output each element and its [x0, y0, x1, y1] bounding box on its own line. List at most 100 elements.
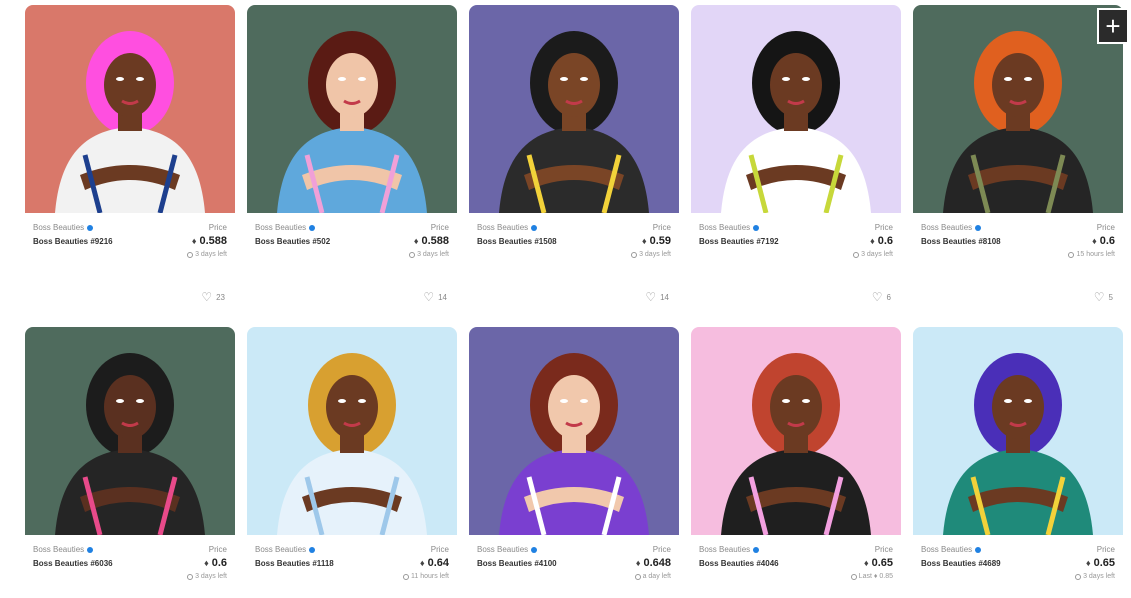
verified-badge-icon — [87, 224, 94, 231]
price-value: ♦ 0.588 — [414, 235, 449, 247]
nft-name[interactable]: Boss Beauties #4100 — [477, 559, 557, 568]
nft-card[interactable]: Boss Beauties Boss Beauties #4046 Price … — [691, 327, 901, 595]
price-amount: 0.65 — [871, 557, 893, 569]
nft-artwork[interactable] — [247, 327, 457, 535]
time-left: 3 days left — [853, 251, 893, 258]
eth-icon: ♦ — [191, 236, 197, 246]
nft-artwork[interactable] — [25, 327, 235, 535]
price-amount: 0.588 — [199, 235, 227, 247]
price-value: ♦ 0.588 — [192, 235, 227, 247]
collection-name[interactable]: Boss Beauties — [699, 545, 760, 554]
collection-name[interactable]: Boss Beauties — [921, 545, 982, 554]
price-value: ♦ 0.65 — [864, 557, 893, 569]
collection-name[interactable]: Boss Beauties — [477, 223, 538, 232]
eth-icon: ♦ — [635, 558, 641, 568]
nft-artwork[interactable] — [25, 5, 235, 213]
nft-card[interactable]: Boss Beauties Boss Beauties #1508 Price … — [469, 5, 679, 315]
favorite-button[interactable]: ♡ 6 — [872, 291, 891, 303]
card-meta: Boss Beauties Boss Beauties #502 Price ♦… — [247, 213, 457, 303]
time-left: 3 days left — [187, 573, 227, 580]
collection-label[interactable]: Boss Beauties — [699, 545, 750, 554]
favorite-button[interactable]: ♡ 23 — [201, 291, 225, 303]
price-amount: 0.64 — [427, 557, 449, 569]
portrait-illustration — [247, 5, 457, 213]
verified-badge-icon — [753, 546, 760, 553]
time-left: a day left — [634, 573, 671, 580]
nft-artwork[interactable] — [247, 5, 457, 213]
favorite-button[interactable]: ♡ 5 — [1094, 291, 1113, 303]
time-left-label: 3 days left — [1083, 573, 1115, 580]
price-label: Price — [430, 545, 449, 554]
collection-name[interactable]: Boss Beauties — [921, 223, 982, 232]
heart-icon[interactable]: ♡ — [1094, 291, 1105, 303]
time-left: 3 days left — [187, 251, 227, 258]
nft-artwork[interactable] — [469, 5, 679, 213]
nft-name[interactable]: Boss Beauties #6036 — [33, 559, 113, 568]
collection-name[interactable]: Boss Beauties — [33, 223, 94, 232]
nft-card[interactable]: Boss Beauties Boss Beauties #7192 Price … — [691, 5, 901, 315]
nft-name[interactable]: Boss Beauties #1508 — [477, 237, 557, 246]
collection-label[interactable]: Boss Beauties — [33, 223, 84, 232]
collection-name[interactable]: Boss Beauties — [255, 545, 316, 554]
favorite-button[interactable]: ♡ 14 — [645, 291, 669, 303]
collection-name[interactable]: Boss Beauties — [33, 545, 94, 554]
price-label: Price — [1096, 223, 1115, 232]
price-value: ♦ 0.6 — [870, 235, 893, 247]
nft-artwork[interactable] — [913, 5, 1123, 213]
nft-artwork[interactable] — [469, 327, 679, 535]
clock-icon — [187, 573, 194, 580]
nft-card[interactable]: Boss Beauties Boss Beauties #8108 Price … — [913, 5, 1123, 315]
collection-label[interactable]: Boss Beauties — [255, 545, 306, 554]
nft-name[interactable]: Boss Beauties #4046 — [699, 559, 779, 568]
nft-artwork[interactable] — [691, 5, 901, 213]
collection-name[interactable]: Boss Beauties — [699, 223, 760, 232]
heart-icon[interactable]: ♡ — [201, 291, 212, 303]
collection-label[interactable]: Boss Beauties — [477, 223, 528, 232]
verified-badge-icon — [309, 224, 316, 231]
nft-name[interactable]: Boss Beauties #8108 — [921, 237, 1001, 246]
clock-icon — [402, 573, 409, 580]
clock-icon — [853, 251, 860, 258]
nft-name[interactable]: Boss Beauties #502 — [255, 237, 330, 246]
nft-artwork[interactable] — [913, 327, 1123, 535]
price-amount: 0.6 — [877, 235, 893, 247]
collection-label[interactable]: Boss Beauties — [255, 223, 306, 232]
nft-name[interactable]: Boss Beauties #4689 — [921, 559, 1001, 568]
time-left-label: a day left — [642, 573, 671, 580]
collection-label[interactable]: Boss Beauties — [699, 223, 750, 232]
portrait-illustration — [25, 327, 235, 535]
favorite-button[interactable]: ♡ 14 — [423, 291, 447, 303]
collection-label[interactable]: Boss Beauties — [921, 545, 972, 554]
verified-badge-icon — [753, 224, 760, 231]
nft-card[interactable]: Boss Beauties Boss Beauties #6036 Price … — [25, 327, 235, 595]
price-label: Price — [652, 545, 671, 554]
heart-icon[interactable]: ♡ — [645, 291, 656, 303]
nft-card[interactable]: Boss Beauties Boss Beauties #502 Price ♦… — [247, 5, 457, 315]
collection-name[interactable]: Boss Beauties — [255, 223, 316, 232]
plus-button[interactable]: + — [1097, 8, 1129, 44]
portrait-illustration — [247, 327, 457, 535]
card-meta: Boss Beauties Boss Beauties #1508 Price … — [469, 213, 679, 303]
portrait-illustration — [913, 327, 1123, 535]
heart-icon[interactable]: ♡ — [872, 291, 883, 303]
time-left-label: 15 hours left — [1076, 251, 1115, 258]
nft-card[interactable]: Boss Beauties Boss Beauties #1118 Price … — [247, 327, 457, 595]
eth-icon: ♦ — [419, 558, 425, 568]
nft-name[interactable]: Boss Beauties #7192 — [699, 237, 779, 246]
collection-label[interactable]: Boss Beauties — [477, 545, 528, 554]
collection-label[interactable]: Boss Beauties — [33, 545, 84, 554]
heart-icon[interactable]: ♡ — [423, 291, 434, 303]
nft-card[interactable]: Boss Beauties Boss Beauties #9216 Price … — [25, 5, 235, 315]
collection-name[interactable]: Boss Beauties — [477, 545, 538, 554]
nft-card[interactable]: Boss Beauties Boss Beauties #4100 Price … — [469, 327, 679, 595]
nft-name[interactable]: Boss Beauties #9216 — [33, 237, 113, 246]
time-left-label: Last ♦ 0.85 — [858, 573, 893, 580]
verified-badge-icon — [975, 546, 982, 553]
collection-label[interactable]: Boss Beauties — [921, 223, 972, 232]
time-left: 3 days left — [1075, 573, 1115, 580]
nft-name[interactable]: Boss Beauties #1118 — [255, 559, 334, 568]
time-left-label: 3 days left — [195, 251, 227, 258]
nft-artwork[interactable] — [691, 327, 901, 535]
clock-icon — [187, 251, 194, 258]
nft-card[interactable]: Boss Beauties Boss Beauties #4689 Price … — [913, 327, 1123, 595]
